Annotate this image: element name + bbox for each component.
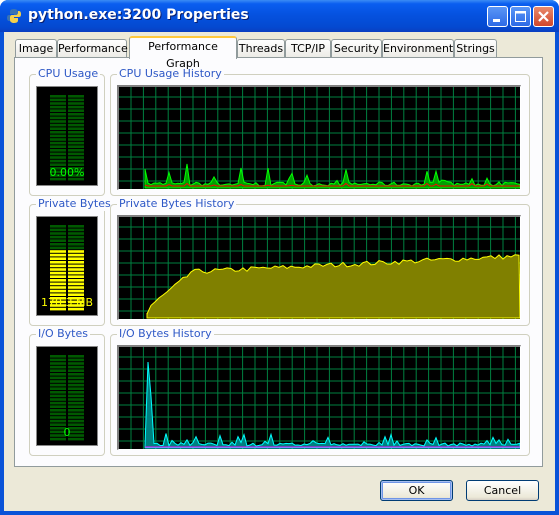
maximize-button[interactable] [510, 6, 531, 27]
tab-tcpip[interactable]: TCP/IP [285, 39, 331, 57]
minimize-button[interactable] [487, 6, 508, 27]
window-title: python.exe:3200 Properties [28, 7, 249, 23]
tab-threads[interactable]: Threads [237, 39, 285, 57]
private-history-label: Private Bytes History [117, 197, 237, 211]
io-bytes-label: I/O Bytes [36, 327, 90, 341]
close-button[interactable] [533, 6, 554, 27]
cpu-usage-label: CPU Usage [36, 67, 101, 81]
io-history-group: I/O Bytes History [110, 327, 530, 456]
cpu-history-graph [117, 85, 521, 190]
private-bytes-group: Private Bytes 170.3 MB [29, 197, 113, 326]
io-bytes-meter: 0 [36, 346, 98, 446]
tab-environment[interactable]: Environment [382, 39, 454, 57]
tab-performance-graph[interactable]: Performance Graph [129, 36, 237, 70]
cpu-history-group: CPU Usage History [110, 67, 530, 196]
ok-button[interactable]: OK [380, 480, 453, 501]
python-icon [7, 9, 21, 23]
cpu-usage-group: CPU Usage 0.00% [29, 67, 105, 196]
private-history-group: Private Bytes History [110, 197, 530, 326]
cancel-button[interactable]: Cancel [466, 480, 539, 501]
minimize-icon [493, 19, 500, 22]
tab-security[interactable]: Security [331, 39, 382, 57]
private-bytes-meter: 170.3 MB [36, 216, 98, 316]
private-bytes-label: Private Bytes [36, 197, 113, 211]
maximize-icon [515, 11, 526, 22]
cpu-usage-meter: 0.00% [36, 86, 98, 186]
tab-performance[interactable]: Performance [57, 39, 128, 57]
io-bytes-value: 0 [63, 426, 71, 439]
tab-image[interactable]: Image [15, 39, 57, 57]
cpu-usage-value: 0.00% [49, 166, 85, 179]
private-history-graph [117, 215, 521, 320]
io-history-label: I/O Bytes History [117, 327, 214, 341]
tab-strings[interactable]: Strings [454, 39, 497, 57]
title-bar[interactable]: python.exe:3200 Properties [0, 0, 559, 32]
performance-graph-panel: CPU Usage 0.00% CPU Usage History Privat… [14, 57, 543, 467]
io-history-graph [117, 345, 521, 450]
private-bytes-value: 170.3 MB [40, 296, 94, 309]
dialog-client: Image Performance Performance Graph Thre… [4, 32, 555, 511]
properties-window: python.exe:3200 Properties Image Perform… [0, 0, 559, 515]
close-icon [538, 11, 549, 22]
io-bytes-group: I/O Bytes 0 [29, 327, 105, 456]
